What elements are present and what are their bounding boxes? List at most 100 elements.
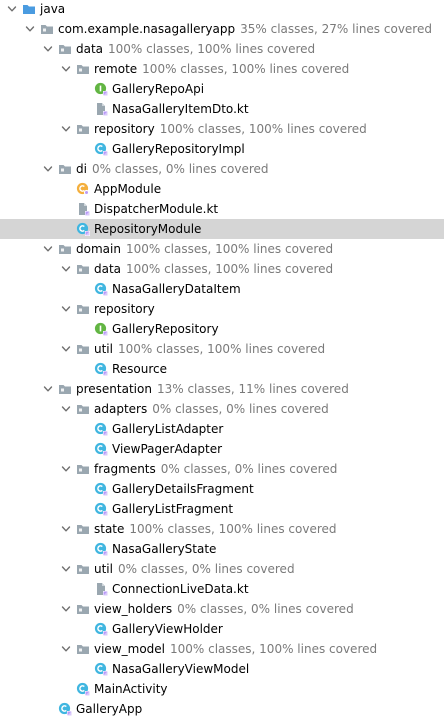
coverage-summary: 100% classes, 100% lines covered: [159, 122, 367, 136]
chevron-down-icon[interactable]: [60, 559, 72, 579]
tree-node[interactable]: NasaGalleryDataItem: [0, 279, 444, 299]
arrow-spacer: [78, 659, 90, 679]
tree-node-label: util: [94, 342, 113, 356]
tree-node[interactable]: util 0% classes, 0% lines covered: [0, 559, 444, 579]
tree-node[interactable]: NasaGalleryItemDto.kt: [0, 99, 444, 119]
tree-node-label: GalleryViewHolder: [112, 622, 223, 636]
arrow-spacer: [78, 539, 90, 559]
tree-node-label: domain: [76, 242, 121, 256]
chevron-down-icon[interactable]: [42, 159, 54, 179]
kotlin-file-icon: [76, 202, 90, 216]
interface-icon: [94, 322, 108, 336]
tree-node[interactable]: repository 100% classes, 100% lines cover…: [0, 119, 444, 139]
tree-node[interactable]: fragments 0% classes, 0% lines covered: [0, 459, 444, 479]
tree-node[interactable]: remote 100% classes, 100% lines covered: [0, 59, 444, 79]
tree-node-label: NasaGalleryItemDto.kt: [112, 102, 249, 116]
tree-node-label: NasaGalleryDataItem: [112, 282, 241, 296]
tree-node[interactable]: state 100% classes, 100% lines covered: [0, 519, 444, 539]
tree-node-label: view_model: [94, 642, 165, 656]
tree-node-label: util: [94, 562, 113, 576]
chevron-down-icon[interactable]: [60, 459, 72, 479]
class-icon: [94, 422, 108, 436]
tree-node[interactable]: GalleryDetailsFragment: [0, 479, 444, 499]
class-icon: [58, 702, 72, 716]
arrow-spacer: [60, 199, 72, 219]
chevron-down-icon[interactable]: [6, 0, 18, 19]
tree-node[interactable]: presentation 13% classes, 11% lines cover…: [0, 379, 444, 399]
tree-node-label: ConnectionLiveData.kt: [112, 582, 249, 596]
tree-node[interactable]: AppModule: [0, 179, 444, 199]
tree-node[interactable]: repository: [0, 299, 444, 319]
tree-node[interactable]: util 100% classes, 100% lines covered: [0, 339, 444, 359]
tree-node[interactable]: di 0% classes, 0% lines covered: [0, 159, 444, 179]
chevron-down-icon[interactable]: [60, 299, 72, 319]
project-tree: java com.example.nasagalleryapp 35% classe…: [0, 0, 444, 719]
chevron-down-icon[interactable]: [60, 119, 72, 139]
chevron-down-icon[interactable]: [42, 239, 54, 259]
coverage-summary: 35% classes, 27% lines covered: [240, 22, 432, 36]
tree-node[interactable]: GalleryRepositoryImpl: [0, 139, 444, 159]
tree-node[interactable]: NasaGalleryState: [0, 539, 444, 559]
tree-node[interactable]: GalleryApp: [0, 699, 444, 719]
tree-node-label: GalleryDetailsFragment: [112, 482, 254, 496]
tree-node[interactable]: adapters 0% classes, 0% lines covered: [0, 399, 444, 419]
tree-node-label: repository: [94, 122, 155, 136]
tree-node[interactable]: view_model 100% classes, 100% lines cover…: [0, 639, 444, 659]
tree-node[interactable]: GalleryViewHolder: [0, 619, 444, 639]
coverage-summary: 100% classes, 100% lines covered: [142, 62, 350, 76]
tree-node-label: GalleryRepositoryImpl: [112, 142, 245, 156]
tree-node-label: presentation: [76, 382, 152, 396]
tree-node-label: adapters: [94, 402, 148, 416]
package-icon: [58, 42, 72, 56]
tree-node[interactable]: data 100% classes, 100% lines covered: [0, 39, 444, 59]
tree-node[interactable]: GalleryListFragment: [0, 499, 444, 519]
package-icon: [58, 382, 72, 396]
tree-node[interactable]: Resource: [0, 359, 444, 379]
tree-node[interactable]: data 100% classes, 100% lines covered: [0, 259, 444, 279]
arrow-spacer: [78, 279, 90, 299]
tree-node-label: MainActivity: [94, 682, 168, 696]
chevron-down-icon[interactable]: [60, 259, 72, 279]
interface-icon: [94, 82, 108, 96]
package-icon: [76, 262, 90, 276]
tree-node-label: view_holders: [94, 602, 173, 616]
tree-node[interactable]: com.example.nasagalleryapp 35% classes, 2…: [0, 19, 444, 39]
package-icon: [76, 602, 90, 616]
tree-node[interactable]: ViewPagerAdapter: [0, 439, 444, 459]
chevron-down-icon[interactable]: [60, 639, 72, 659]
chevron-down-icon[interactable]: [42, 379, 54, 399]
tree-node-label: Resource: [112, 362, 168, 376]
tree-node[interactable]: MainActivity: [0, 679, 444, 699]
chevron-down-icon[interactable]: [60, 339, 72, 359]
chevron-down-icon[interactable]: [24, 19, 36, 39]
arrow-spacer: [60, 219, 72, 239]
arrow-spacer: [78, 579, 90, 599]
class-icon: [94, 662, 108, 676]
tree-node-label: GalleryRepository: [112, 322, 219, 336]
tree-node-label: data: [76, 42, 104, 56]
module-icon: [76, 182, 90, 196]
tree-node[interactable]: NasaGalleryViewModel: [0, 659, 444, 679]
coverage-summary: 13% classes, 11% lines covered: [156, 382, 349, 396]
arrow-spacer: [78, 499, 90, 519]
tree-node[interactable]: ConnectionLiveData.kt: [0, 579, 444, 599]
package-icon: [76, 62, 90, 76]
tree-node[interactable]: java: [0, 0, 444, 19]
class-icon: [94, 282, 108, 296]
chevron-down-icon[interactable]: [60, 399, 72, 419]
tree-node[interactable]: RepositoryModule: [0, 219, 444, 239]
tree-node[interactable]: domain 100% classes, 100% lines covered: [0, 239, 444, 259]
chevron-down-icon[interactable]: [60, 59, 72, 79]
tree-node[interactable]: GalleryRepository: [0, 319, 444, 339]
tree-node-label: state: [94, 522, 125, 536]
arrow-spacer: [78, 79, 90, 99]
package-icon: [76, 642, 90, 656]
tree-node[interactable]: GalleryRepoApi: [0, 79, 444, 99]
tree-node[interactable]: GalleryListAdapter: [0, 419, 444, 439]
tree-node[interactable]: view_holders 0% classes, 0% lines covered: [0, 599, 444, 619]
chevron-down-icon[interactable]: [60, 519, 72, 539]
chevron-down-icon[interactable]: [42, 39, 54, 59]
chevron-down-icon[interactable]: [60, 599, 72, 619]
tree-node-label: GalleryRepoApi: [112, 82, 205, 96]
tree-node[interactable]: DispatcherModule.kt: [0, 199, 444, 219]
